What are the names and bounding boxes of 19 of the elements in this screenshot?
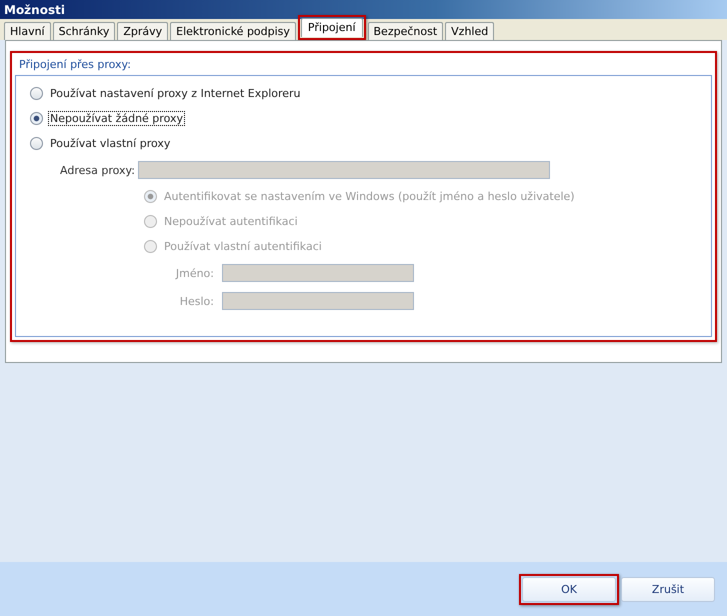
tab[interactable]: Schránky [52,22,116,40]
radio-label[interactable]: Používat nastavení proxy z Internet Exploreru [48,86,303,101]
tab[interactable]: Hlavní [4,22,51,40]
dialog-button[interactable]: Zrušit [621,576,715,602]
tab[interactable]: Zprávy [117,22,168,40]
tab[interactable]: Připojení [300,18,363,37]
tab[interactable]: Elektronické podpisy [170,22,296,40]
dialog-button[interactable]: OK [522,576,616,602]
window-title: Možnosti [0,0,727,19]
field-label: Heslo: [178,294,214,308]
radio-label[interactable]: Nepoužívat žádné proxy [48,111,185,126]
tab[interactable]: Vzhled [445,22,494,40]
radio-button[interactable] [30,87,43,100]
radio-button[interactable] [30,137,43,150]
group-title: Připojení přes proxy: [18,57,132,73]
radio-label[interactable]: Používat vlastní proxy [48,136,172,151]
radio-button[interactable] [30,112,43,125]
field-label: Jméno: [174,266,214,280]
tab[interactable]: Bezpečnost [368,22,444,40]
